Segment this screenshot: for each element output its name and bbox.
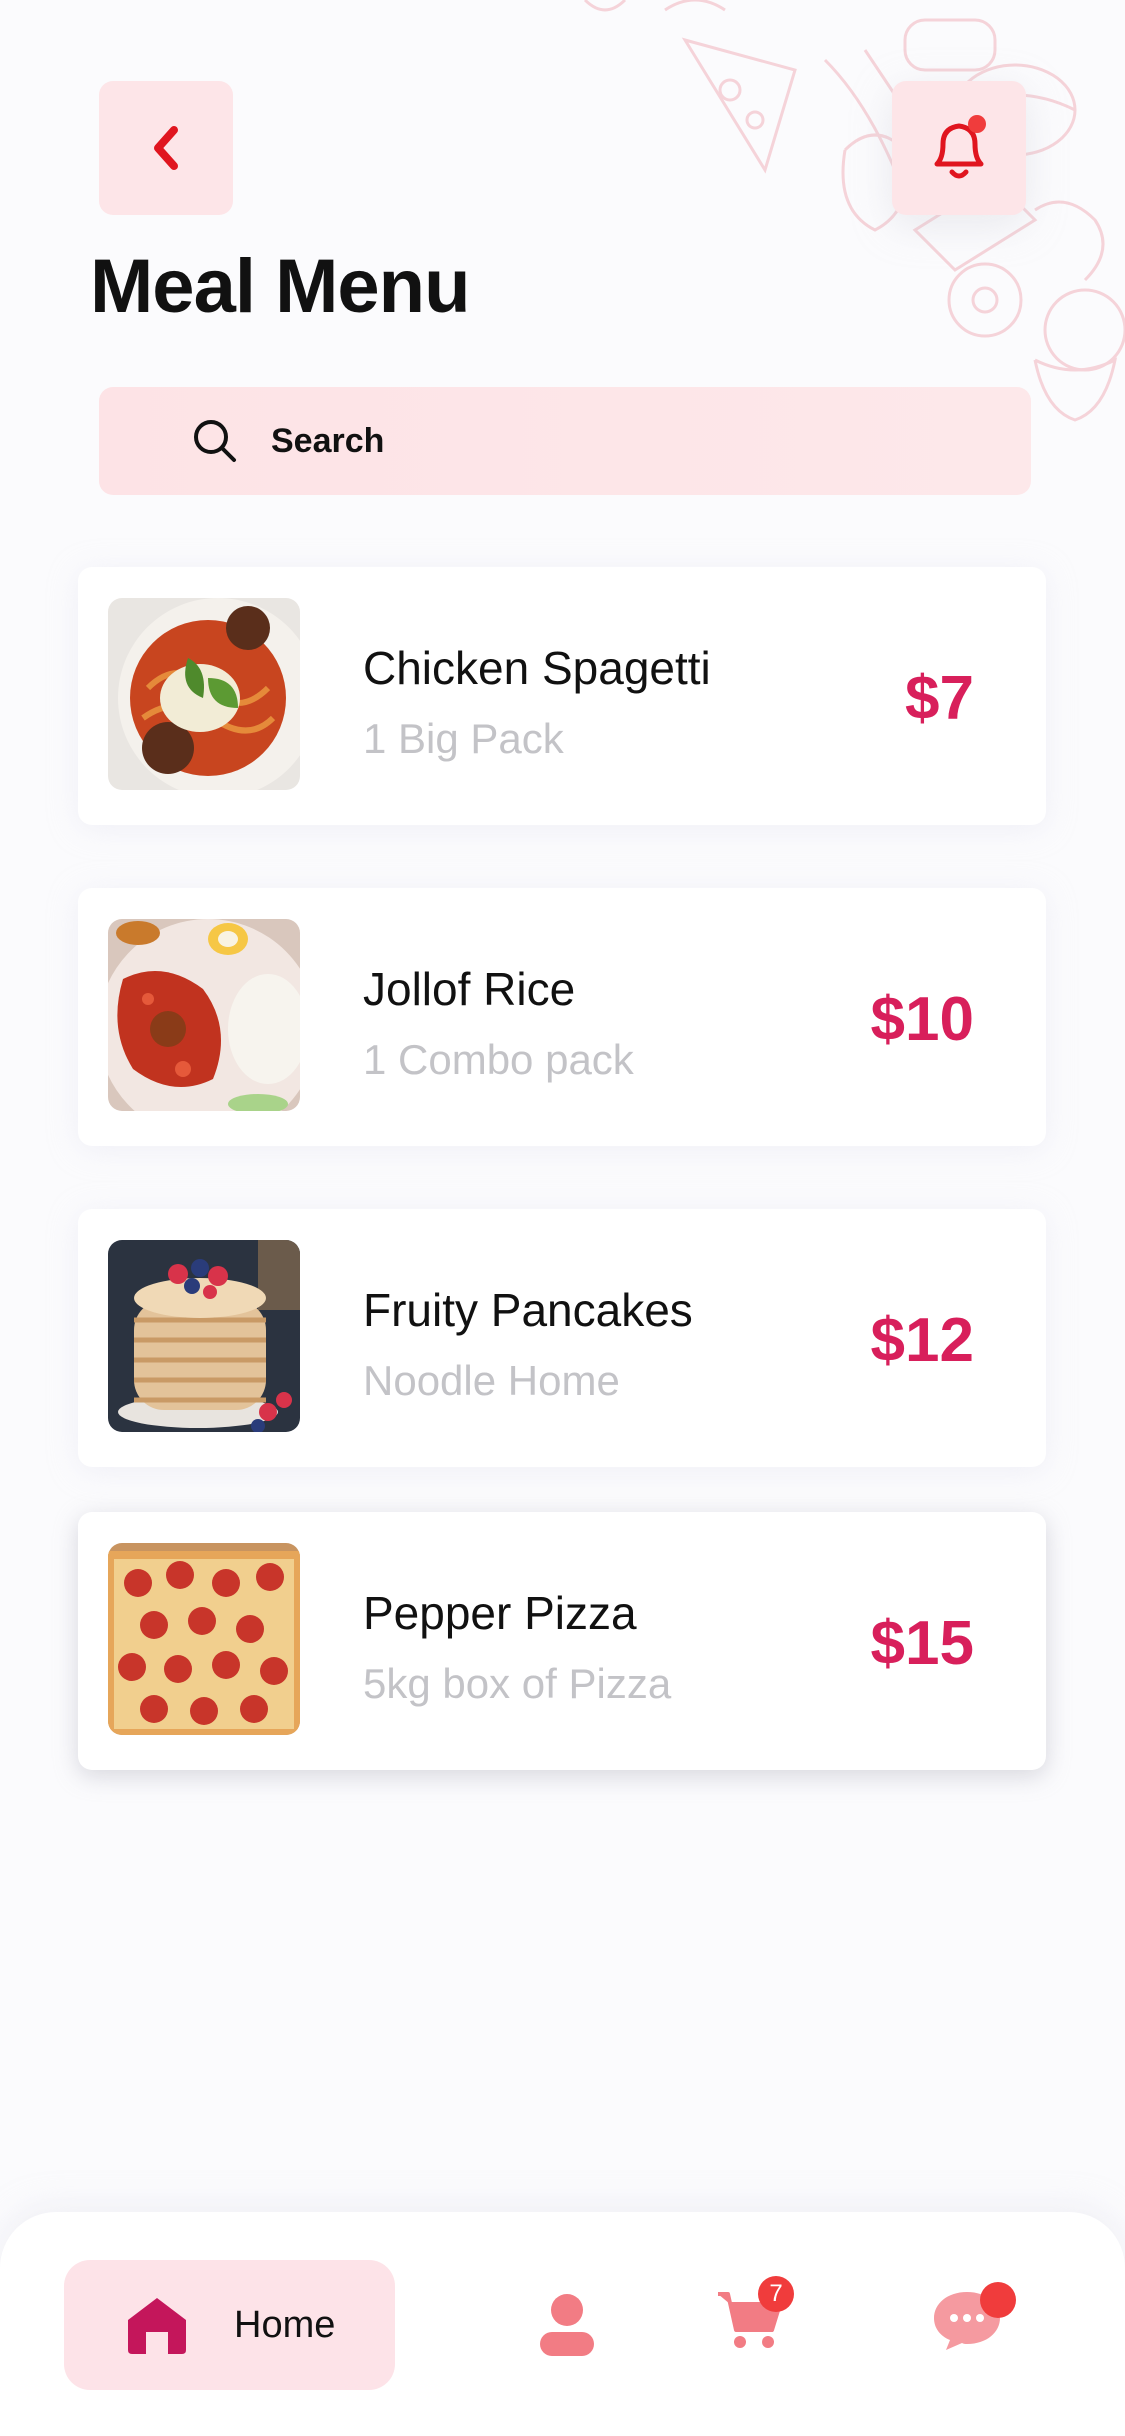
meal-price: $10: [870, 985, 974, 1054]
meal-name: Jollof Rice: [363, 963, 576, 1015]
cart-button[interactable]: 7: [716, 2276, 794, 2356]
meal-subtitle: 1 Big Pack: [363, 715, 564, 762]
meal-price: $15: [870, 1609, 974, 1678]
bottom-nav: Home 7: [0, 2212, 1125, 2436]
chevron-left-icon: [154, 126, 178, 170]
meal-card-fruity-pancakes[interactable]: Fruity Pancakes Noodle Home $12: [78, 1209, 1046, 1467]
bell-icon: [934, 115, 986, 179]
page-title: Meal Menu: [90, 244, 470, 329]
meal-image: [108, 1240, 300, 1432]
chat-notification-dot: [980, 2282, 1016, 2318]
meal-subtitle: 1 Combo pack: [363, 1036, 634, 1083]
meal-card-pepper-pizza[interactable]: Pepper Pizza 5kg box of Pizza $15: [78, 1512, 1046, 1770]
meal-image: [108, 598, 300, 790]
home-icon: [128, 2298, 186, 2354]
meal-card-chicken-spagetti[interactable]: Chicken Spagetti 1 Big Pack $7: [78, 567, 1046, 825]
meal-subtitle: 5kg box of Pizza: [363, 1660, 672, 1707]
notification-button[interactable]: [892, 81, 1026, 215]
nav-home-label: Home: [234, 2303, 336, 2346]
meal-card-jollof-rice[interactable]: Jollof Rice 1 Combo pack $10: [78, 888, 1046, 1146]
search-input[interactable]: [271, 421, 771, 461]
meal-price: $7: [905, 664, 974, 733]
back-button[interactable]: [99, 81, 233, 215]
search-bar[interactable]: [99, 387, 1031, 495]
cart-count-badge: 7: [758, 2276, 794, 2312]
meal-name: Chicken Spagetti: [363, 642, 711, 694]
meal-price: $12: [870, 1306, 974, 1375]
meal-subtitle: Noodle Home: [363, 1357, 620, 1404]
meal-image: [108, 919, 300, 1111]
chat-button[interactable]: [932, 2282, 1016, 2358]
meal-name: Pepper Pizza: [363, 1587, 637, 1639]
profile-icon[interactable]: [538, 2292, 596, 2358]
nav-home-tab[interactable]: Home: [64, 2260, 395, 2390]
meal-name: Fruity Pancakes: [363, 1284, 693, 1336]
meal-image: [108, 1543, 300, 1735]
search-icon: [194, 420, 236, 462]
